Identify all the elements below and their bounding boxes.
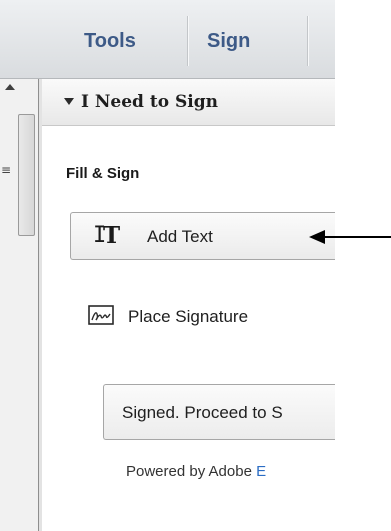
add-text-label: Add Text — [147, 227, 213, 246]
tab-tools[interactable]: Tools — [84, 26, 136, 56]
tab-sign[interactable]: Sign — [207, 26, 250, 56]
powered-by-text: Powered by Adobe E — [126, 461, 335, 483]
signed-proceed-label: Signed. Proceed to S — [122, 403, 283, 422]
text-cursor-T-icon: IT — [93, 222, 121, 249]
place-signature-button[interactable]: Place Signature — [88, 305, 335, 331]
panel-header-i-need-to-sign[interactable]: I Need to Sign — [42, 79, 335, 126]
triangle-down-icon[interactable] — [64, 98, 74, 105]
signed-proceed-button[interactable]: Signed. Proceed to S — [103, 384, 335, 440]
powered-by-label: Powered by Adobe — [126, 463, 252, 480]
grip-lines-icon: ≡ — [0, 163, 12, 177]
annotation-arrow — [309, 230, 391, 244]
toolbar-divider — [187, 16, 189, 66]
place-signature-label: Place Signature — [128, 307, 249, 326]
powered-by-link[interactable]: E — [256, 463, 266, 480]
signature-icon — [88, 305, 114, 325]
add-text-button[interactable]: IT Add Text — [70, 212, 335, 260]
section-label-fill-and-sign: Fill & Sign — [66, 165, 140, 182]
triangle-up-icon[interactable] — [5, 84, 15, 90]
scrollbar-thumb[interactable] — [18, 114, 35, 236]
screenshot: Tools Sign ≡ I Need to Sign Fill & Sign … — [0, 0, 391, 531]
top-toolbar: Tools Sign — [0, 0, 335, 79]
toolbar-divider — [307, 16, 309, 66]
panel-title: I Need to Sign — [81, 92, 218, 112]
